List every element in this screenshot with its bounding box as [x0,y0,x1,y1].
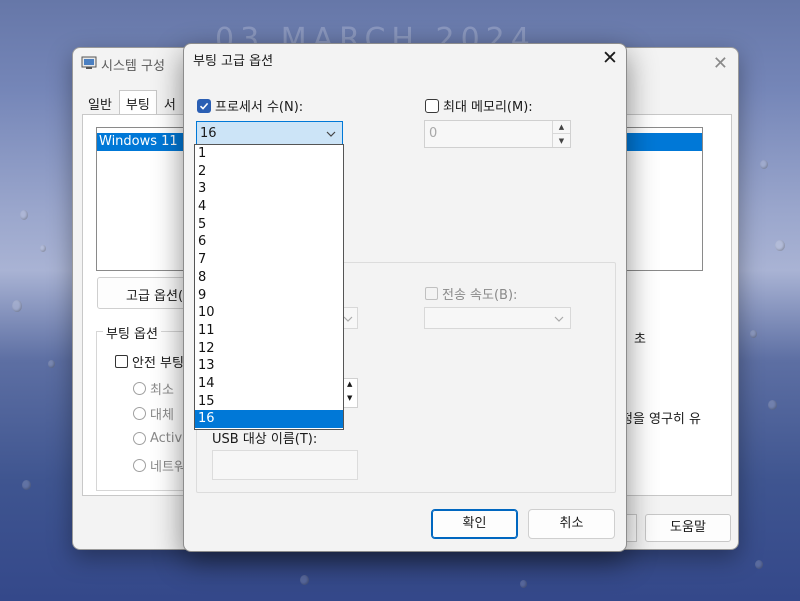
dropdown-option[interactable]: 11 [195,322,343,340]
dropdown-option[interactable]: 13 [195,357,343,375]
rain-drop [300,575,309,585]
usb-target-input[interactable] [212,450,358,480]
radio-alternate-row[interactable]: 대체 [133,404,174,423]
baud-rate-select[interactable] [424,307,571,329]
rain-drop [768,400,777,410]
channel-spinner-buttons: ▲ ▼ [343,379,357,407]
radio-alternate[interactable] [133,407,146,420]
chevron-down-icon [343,316,353,322]
dropdown-option[interactable]: 5 [195,216,343,234]
ok-button[interactable]: 확인 [431,509,518,539]
tab-services[interactable]: 서 [157,90,183,114]
processor-count-dropdown-list[interactable]: 1 2 3 4 5 6 7 8 9 10 11 12 13 14 15 16 [194,144,344,430]
system-config-icon [81,56,97,70]
tab-bar: 일반 부팅 서 [81,90,183,114]
spin-down-icon[interactable]: ▼ [553,134,570,147]
timeout-seconds-label: 초 [634,332,646,347]
dropdown-option[interactable]: 7 [195,251,343,269]
close-icon[interactable]: ✕ [602,47,618,69]
max-memory-value: 0 [429,126,438,141]
processor-count-checkbox[interactable] [197,98,211,113]
cancel-button[interactable]: 취소 [528,509,615,539]
spin-down-icon[interactable]: ▼ [347,394,352,402]
radio-alternate-label: 대체 [150,408,174,423]
dialog-title: 부팅 고급 옵션 [193,54,274,69]
dropdown-option[interactable]: 10 [195,304,343,322]
max-memory-row[interactable]: 최대 메모리(M): [425,96,533,115]
rain-drop [48,360,55,368]
dropdown-option[interactable]: 9 [195,287,343,305]
baud-rate-row[interactable]: 전송 속도(B): [425,284,517,303]
dropdown-option[interactable]: 1 [195,145,343,163]
dropdown-option[interactable]: 8 [195,269,343,287]
dropdown-option[interactable]: 15 [195,393,343,411]
boot-options-label: 부팅 옵션 [103,323,161,342]
baud-rate-label: 전송 속도(B): [442,288,518,303]
usb-target-label: USB 대상 이름(T): [212,432,318,447]
processor-count-select[interactable]: 16 [196,121,343,145]
safe-boot-checkbox[interactable] [115,355,128,368]
tab-boot[interactable]: 부팅 [118,90,157,114]
rain-drop [20,210,28,220]
processor-count-label: 프로세서 수(N): [215,100,304,115]
rain-drop [755,560,763,569]
rain-drop [12,300,22,312]
spin-up-icon[interactable]: ▲ [347,380,352,388]
dropdown-option[interactable]: 3 [195,180,343,198]
max-memory-spinner: ▲ ▼ [552,121,570,147]
safe-boot-label: 안전 부팅 [132,356,184,371]
tab-general[interactable]: 일반 [81,90,119,114]
radio-minimal-row[interactable]: 최소 [133,379,174,398]
radio-network-row[interactable]: 네트워 [133,456,186,475]
chevron-down-icon [326,128,336,138]
usb-target-row: USB 대상 이름(T): [212,428,317,447]
radio-active-row[interactable]: Active [133,431,190,446]
max-memory-checkbox[interactable] [425,98,439,113]
dropdown-option[interactable]: 6 [195,233,343,251]
rain-drop [40,245,46,252]
rain-drop [520,580,527,588]
dropdown-option[interactable]: 12 [195,340,343,358]
baud-rate-checkbox[interactable] [425,287,438,300]
help-button[interactable]: 도움말 [645,514,731,542]
radio-network[interactable] [133,459,146,472]
max-memory-input[interactable]: 0 ▲ ▼ [424,120,571,148]
dropdown-option-selected[interactable]: 16 [195,410,343,428]
window-title: 시스템 구성 [101,59,165,74]
rain-drop [760,160,768,169]
safe-boot-row[interactable]: 안전 부팅 [115,352,184,371]
dropdown-option[interactable]: 14 [195,375,343,393]
radio-minimal[interactable] [133,382,146,395]
close-icon[interactable]: ✕ [713,53,728,74]
rain-drop [775,240,785,251]
dropdown-option[interactable]: 2 [195,163,343,181]
radio-network-label: 네트워 [150,460,186,475]
radio-active[interactable] [133,432,146,445]
rain-drop [22,480,31,490]
processor-count-row[interactable]: 프로세서 수(N): [197,96,303,115]
radio-minimal-label: 최소 [150,383,174,398]
chevron-down-icon [554,316,564,322]
rain-drop [750,330,757,338]
dropdown-option[interactable]: 4 [195,198,343,216]
spin-up-icon[interactable]: ▲ [553,121,570,134]
processor-count-value: 16 [200,126,217,141]
max-memory-label: 최대 메모리(M): [443,100,533,115]
